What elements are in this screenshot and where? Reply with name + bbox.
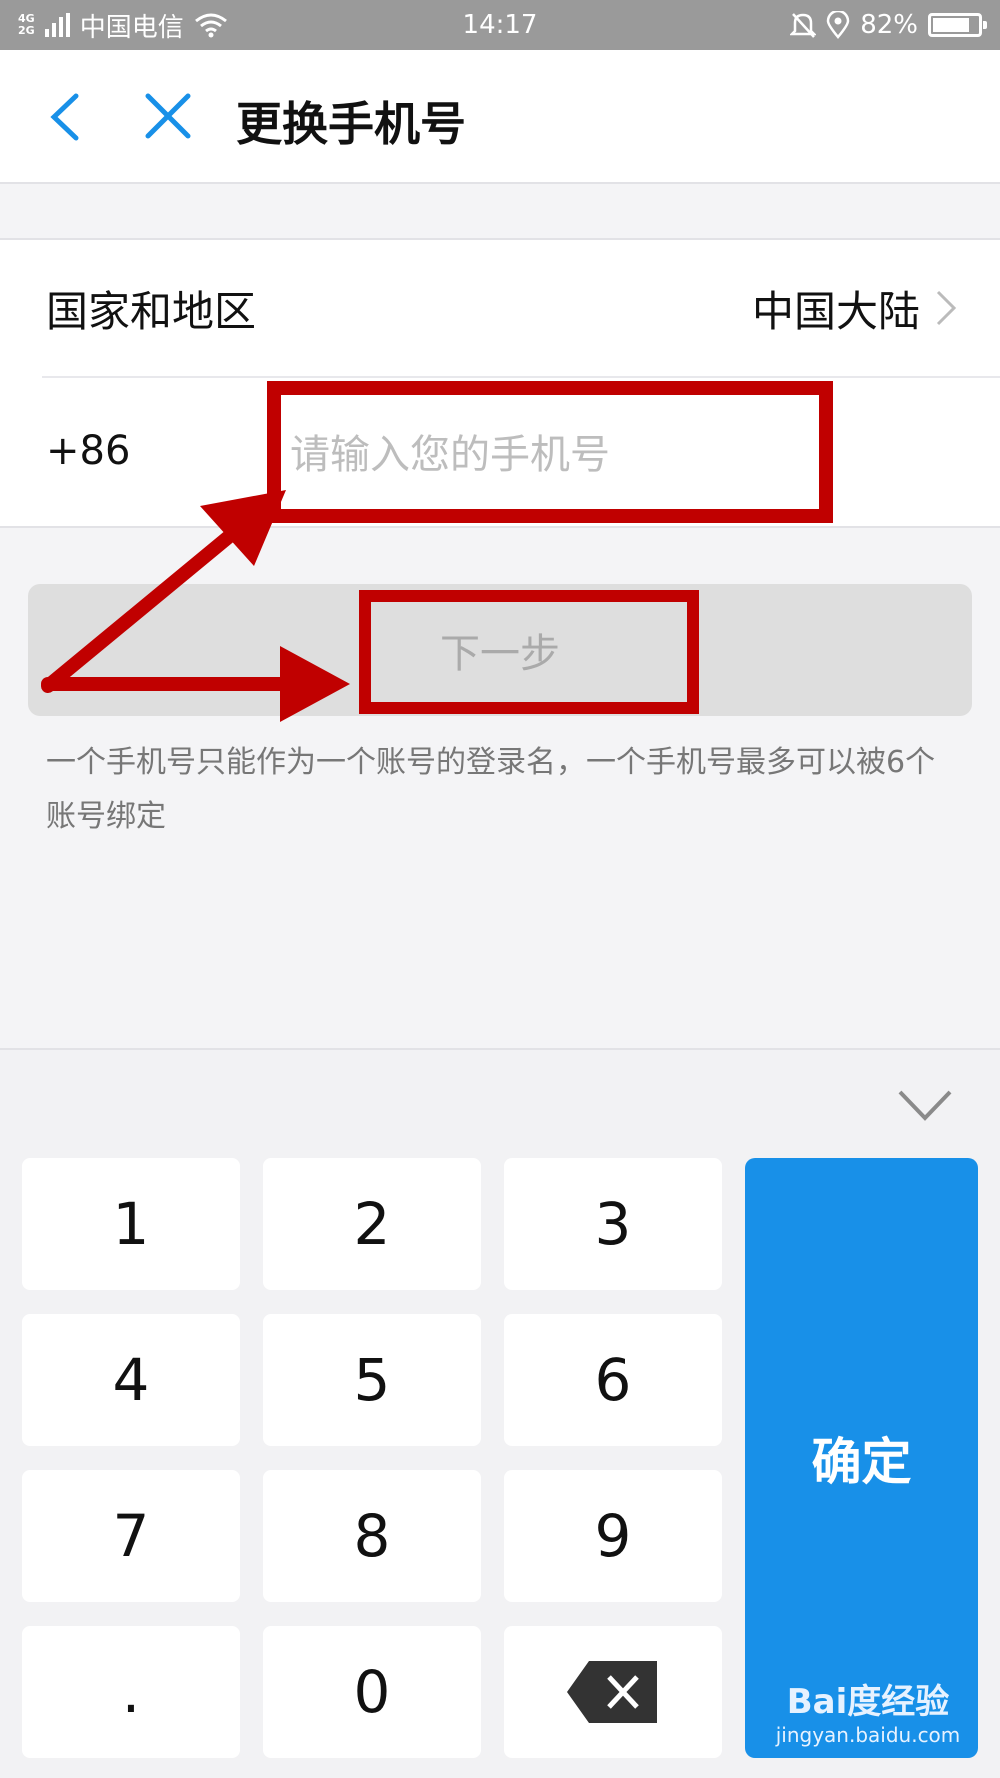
status-bar: 4G 2G 中国电信 14:17 82% — [0, 0, 1000, 50]
hint-text: 一个手机号只能作为一个账号的登录名，一个手机号最多可以被6个账号绑定 — [46, 745, 936, 834]
location-icon — [826, 11, 850, 39]
bell-icon — [790, 13, 817, 38]
next-button[interactable]: 下一步 — [28, 584, 972, 716]
backspace-icon — [567, 1661, 657, 1723]
page-title: 更换手机号 — [236, 97, 466, 151]
status-right: 82% — [790, 10, 987, 40]
key-6[interactable]: 6 — [504, 1314, 722, 1446]
region-label: 国家和地区 — [46, 286, 257, 336]
key-5[interactable]: 5 — [263, 1314, 481, 1446]
country-code[interactable]: +86 — [46, 428, 130, 474]
key-3[interactable]: 3 — [504, 1158, 722, 1290]
carrier-name: 中国电信 — [79, 12, 184, 43]
backspace-key[interactable] — [504, 1626, 722, 1758]
key-2[interactable]: 2 — [263, 1158, 481, 1290]
battery-icon — [928, 13, 987, 37]
chevron-down-icon[interactable] — [896, 1086, 954, 1126]
key-9[interactable]: 9 — [504, 1470, 722, 1602]
key-0[interactable]: 0 — [263, 1626, 481, 1758]
key-7[interactable]: 7 — [22, 1470, 240, 1602]
key-1[interactable]: 1 — [22, 1158, 240, 1290]
status-left: 4G 2G 中国电信 — [18, 7, 228, 44]
signal-icon — [44, 13, 70, 37]
phone-form: 国家和地区 中国大陆 +86 — [0, 238, 1000, 528]
chevron-right-icon — [936, 290, 957, 326]
region-value: 中国大陆 — [751, 286, 920, 336]
key-dot[interactable]: . — [22, 1626, 240, 1758]
back-icon[interactable] — [40, 90, 94, 144]
region-row[interactable]: 国家和地区 中国大陆 — [0, 240, 1000, 376]
battery-fill — [933, 18, 970, 32]
wifi-icon — [194, 13, 227, 38]
battery-percent: 82% — [860, 10, 918, 40]
network-types: 4G 2G — [18, 13, 35, 37]
region-value-wrap: 中国大陆 — [752, 278, 958, 339]
key-8[interactable]: 8 — [263, 1470, 481, 1602]
close-icon[interactable] — [140, 88, 196, 144]
nav-bar: 更换手机号 — [0, 50, 1000, 184]
phone-row: +86 — [0, 378, 1000, 528]
phone-input[interactable] — [290, 418, 810, 492]
confirm-button[interactable]: 确定 — [745, 1158, 978, 1758]
network-type-2g: 2G — [18, 24, 35, 37]
key-4[interactable]: 4 — [22, 1314, 240, 1446]
numeric-keyboard: 1 2 3 4 5 6 7 8 9 . 0 确定 Bai度经验 jingyan.… — [0, 1048, 1000, 1778]
